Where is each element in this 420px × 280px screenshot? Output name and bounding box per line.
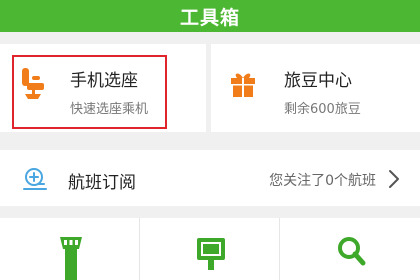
search-icon[interactable]	[336, 236, 366, 266]
travel-beans-title: 旅豆中心	[284, 71, 352, 91]
flight-subscription-status: 您关注了0个航班	[269, 173, 376, 189]
seat-selection-highlight-box	[12, 55, 167, 129]
gift-icon	[231, 73, 255, 97]
monitor-icon[interactable]	[196, 235, 226, 275]
divider	[279, 218, 280, 280]
chevron-right-icon[interactable]	[388, 169, 400, 189]
travel-beans-balance: 剩余600旅豆	[284, 102, 361, 117]
plane-icon	[23, 168, 47, 190]
control-tower-icon[interactable]	[56, 235, 86, 280]
toolbox-screen: 工具箱 手机选座 快速选座乘机 旅豆中心 剩余600旅豆 航班订阅 您关注了0个…	[0, 0, 420, 280]
flight-subscription-label: 航班订阅	[68, 173, 136, 193]
page-title: 工具箱	[179, 6, 240, 29]
header-bar: 工具箱	[0, 0, 420, 32]
divider	[139, 218, 140, 280]
